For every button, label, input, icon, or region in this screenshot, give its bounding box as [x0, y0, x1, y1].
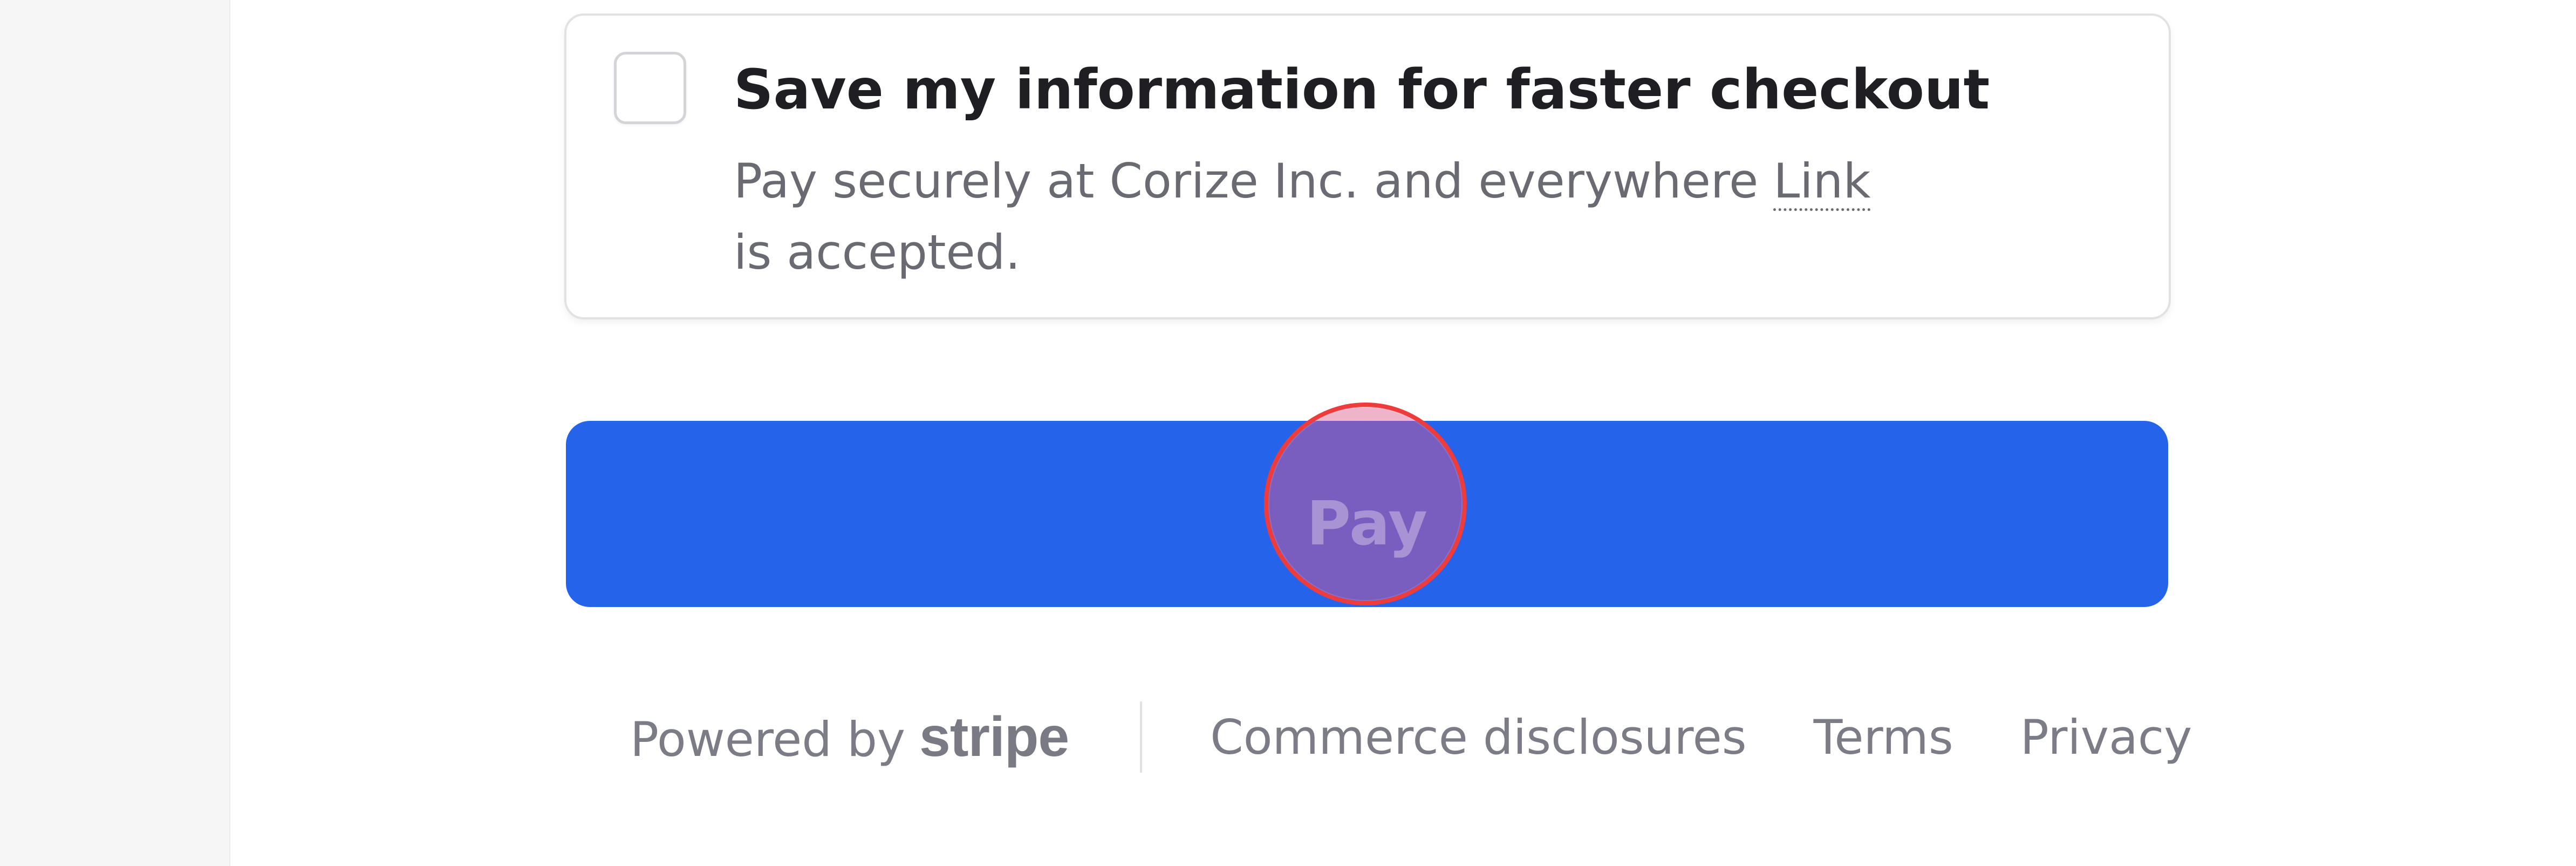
checkout-footer: Powered by stripe Commerce disclosures T… [630, 699, 2192, 775]
save-info-description: Pay securely at Corize Inc. and everywhe… [734, 146, 1899, 288]
commerce-disclosures-link[interactable]: Commerce disclosures [1210, 710, 1746, 765]
powered-by-label: Powered by [630, 711, 906, 767]
save-info-title: Save my information for faster checkout [734, 58, 1990, 122]
footer-divider [1140, 701, 1143, 773]
left-panel [0, 0, 230, 866]
save-info-description-text: Pay securely at Corize Inc. and everywhe… [734, 153, 1774, 209]
terms-link[interactable]: Terms [1814, 710, 1953, 765]
link-info-link[interactable]: Link [1773, 153, 1870, 209]
save-info-checkbox[interactable] [614, 52, 686, 124]
stripe-logo: stripe [919, 705, 1069, 768]
privacy-link[interactable]: Privacy [2020, 710, 2192, 765]
pay-button-label: Pay [1306, 488, 1428, 559]
powered-by-stripe[interactable]: Powered by stripe [630, 705, 1069, 769]
save-info-description-end: is accepted. [734, 224, 1021, 280]
pay-button[interactable]: Pay [566, 421, 2168, 607]
